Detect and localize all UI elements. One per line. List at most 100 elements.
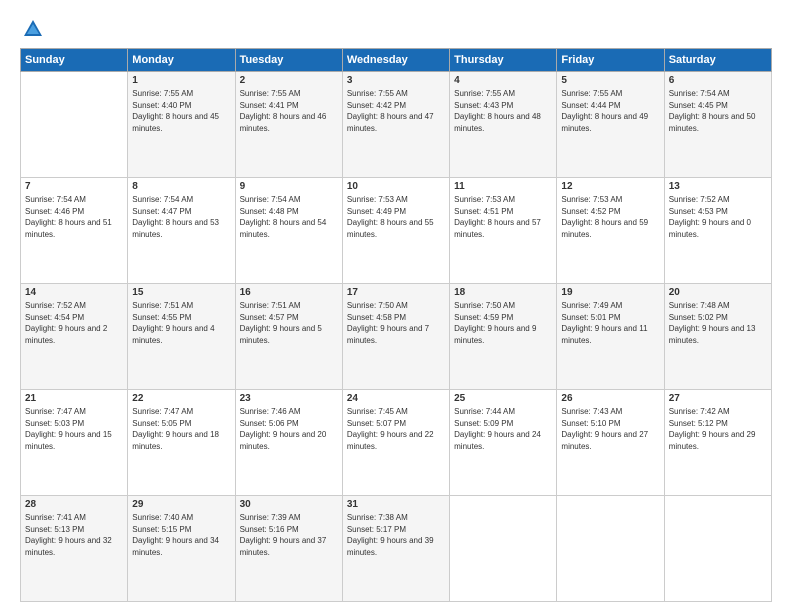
day-info: Sunrise: 7:53 AMSunset: 4:49 PMDaylight:… bbox=[347, 194, 445, 240]
calendar-cell: 2Sunrise: 7:55 AMSunset: 4:41 PMDaylight… bbox=[235, 72, 342, 178]
day-info: Sunrise: 7:55 AMSunset: 4:44 PMDaylight:… bbox=[561, 88, 659, 134]
day-info: Sunrise: 7:45 AMSunset: 5:07 PMDaylight:… bbox=[347, 406, 445, 452]
day-number: 15 bbox=[132, 287, 230, 298]
weekday-header-thursday: Thursday bbox=[450, 49, 557, 72]
day-info: Sunrise: 7:54 AMSunset: 4:48 PMDaylight:… bbox=[240, 194, 338, 240]
calendar-cell: 31Sunrise: 7:38 AMSunset: 5:17 PMDayligh… bbox=[342, 496, 449, 602]
day-number: 4 bbox=[454, 75, 552, 86]
calendar-table: SundayMondayTuesdayWednesdayThursdayFrid… bbox=[20, 48, 772, 602]
calendar-cell: 11 Sunrise: 7:53 AMSunset: 4:51 PMDayligh… bbox=[450, 178, 557, 284]
day-number: 11 bbox=[454, 181, 552, 192]
calendar-cell: 22 Sunrise: 7:47 AMSunset: 5:05 PMDayligh… bbox=[128, 390, 235, 496]
day-number: 24 bbox=[347, 393, 445, 404]
calendar-cell bbox=[450, 496, 557, 602]
day-info: Sunrise: 7:53 AMSunset: 4:51 PMDaylight:… bbox=[454, 194, 552, 240]
day-info: Sunrise: 7:49 AMSunset: 5:01 PMDaylight:… bbox=[561, 300, 659, 346]
day-info: Sunrise: 7:46 AMSunset: 5:06 PMDaylight:… bbox=[240, 406, 338, 452]
day-info: Sunrise: 7:48 AMSunset: 5:02 PMDaylight:… bbox=[669, 300, 767, 346]
weekday-header-saturday: Saturday bbox=[664, 49, 771, 72]
day-number: 27 bbox=[669, 393, 767, 404]
calendar-cell: 25 Sunrise: 7:44 AMSunset: 5:09 PMDayligh… bbox=[450, 390, 557, 496]
calendar-week-row: 14Sunrise: 7:52 AMSunset: 4:54 PMDayligh… bbox=[21, 284, 772, 390]
header bbox=[20, 18, 772, 40]
day-info: Sunrise: 7:41 AMSunset: 5:13 PMDaylight:… bbox=[25, 512, 123, 558]
calendar-cell: 19 Sunrise: 7:49 AMSunset: 5:01 PMDayligh… bbox=[557, 284, 664, 390]
day-number: 2 bbox=[240, 75, 338, 86]
calendar-cell: 15 Sunrise: 7:51 AMSunset: 4:55 PMDayligh… bbox=[128, 284, 235, 390]
calendar-cell bbox=[664, 496, 771, 602]
logo bbox=[20, 18, 44, 40]
day-info: Sunrise: 7:47 AMSunset: 5:05 PMDaylight:… bbox=[132, 406, 230, 452]
day-info: Sunrise: 7:54 AMSunset: 4:45 PMDaylight:… bbox=[669, 88, 767, 134]
day-info: Sunrise: 7:52 AMSunset: 4:53 PMDaylight:… bbox=[669, 194, 767, 240]
day-number: 13 bbox=[669, 181, 767, 192]
calendar-cell: 26Sunrise: 7:43 AMSunset: 5:10 PMDayligh… bbox=[557, 390, 664, 496]
day-number: 9 bbox=[240, 181, 338, 192]
calendar-cell: 7 Sunrise: 7:54 AMSunset: 4:46 PMDaylight… bbox=[21, 178, 128, 284]
calendar-cell: 3 Sunrise: 7:55 AMSunset: 4:42 PMDaylight… bbox=[342, 72, 449, 178]
weekday-header-row: SundayMondayTuesdayWednesdayThursdayFrid… bbox=[21, 49, 772, 72]
day-number: 12 bbox=[561, 181, 659, 192]
calendar-cell: 27 Sunrise: 7:42 AMSunset: 5:12 PMDayligh… bbox=[664, 390, 771, 496]
day-info: Sunrise: 7:44 AMSunset: 5:09 PMDaylight:… bbox=[454, 406, 552, 452]
weekday-header-sunday: Sunday bbox=[21, 49, 128, 72]
day-number: 21 bbox=[25, 393, 123, 404]
calendar-cell bbox=[21, 72, 128, 178]
day-number: 10 bbox=[347, 181, 445, 192]
day-info: Sunrise: 7:51 AMSunset: 4:57 PMDaylight:… bbox=[240, 300, 338, 346]
calendar-cell: 30Sunrise: 7:39 AMSunset: 5:16 PMDayligh… bbox=[235, 496, 342, 602]
day-number: 5 bbox=[561, 75, 659, 86]
day-info: Sunrise: 7:43 AMSunset: 5:10 PMDaylight:… bbox=[561, 406, 659, 452]
calendar-week-row: 28 Sunrise: 7:41 AMSunset: 5:13 PMDayligh… bbox=[21, 496, 772, 602]
day-info: Sunrise: 7:55 AMSunset: 4:40 PMDaylight:… bbox=[132, 88, 230, 134]
calendar-cell: 28 Sunrise: 7:41 AMSunset: 5:13 PMDayligh… bbox=[21, 496, 128, 602]
calendar-cell: 9 Sunrise: 7:54 AMSunset: 4:48 PMDaylight… bbox=[235, 178, 342, 284]
weekday-header-tuesday: Tuesday bbox=[235, 49, 342, 72]
day-info: Sunrise: 7:50 AMSunset: 4:59 PMDaylight:… bbox=[454, 300, 552, 346]
day-info: Sunrise: 7:42 AMSunset: 5:12 PMDaylight:… bbox=[669, 406, 767, 452]
day-number: 28 bbox=[25, 499, 123, 510]
calendar-cell: 6 Sunrise: 7:54 AMSunset: 4:45 PMDaylight… bbox=[664, 72, 771, 178]
day-info: Sunrise: 7:39 AMSunset: 5:16 PMDaylight:… bbox=[240, 512, 338, 558]
weekday-header-friday: Friday bbox=[557, 49, 664, 72]
calendar-week-row: 21 Sunrise: 7:47 AMSunset: 5:03 PMDayligh… bbox=[21, 390, 772, 496]
page: SundayMondayTuesdayWednesdayThursdayFrid… bbox=[0, 0, 792, 612]
calendar-cell: 12 Sunrise: 7:53 AMSunset: 4:52 PMDayligh… bbox=[557, 178, 664, 284]
calendar-cell: 29Sunrise: 7:40 AMSunset: 5:15 PMDayligh… bbox=[128, 496, 235, 602]
calendar-cell: 8Sunrise: 7:54 AMSunset: 4:47 PMDaylight… bbox=[128, 178, 235, 284]
calendar-cell: 13 Sunrise: 7:52 AMSunset: 4:53 PMDayligh… bbox=[664, 178, 771, 284]
calendar-cell: 4Sunrise: 7:55 AMSunset: 4:43 PMDaylight… bbox=[450, 72, 557, 178]
calendar-cell: 5 Sunrise: 7:55 AMSunset: 4:44 PMDaylight… bbox=[557, 72, 664, 178]
calendar-cell: 10 Sunrise: 7:53 AMSunset: 4:49 PMDayligh… bbox=[342, 178, 449, 284]
day-number: 20 bbox=[669, 287, 767, 298]
day-info: Sunrise: 7:54 AMSunset: 4:47 PMDaylight:… bbox=[132, 194, 230, 240]
day-number: 18 bbox=[454, 287, 552, 298]
weekday-header-monday: Monday bbox=[128, 49, 235, 72]
day-number: 31 bbox=[347, 499, 445, 510]
day-number: 25 bbox=[454, 393, 552, 404]
calendar-cell: 21 Sunrise: 7:47 AMSunset: 5:03 PMDayligh… bbox=[21, 390, 128, 496]
day-number: 17 bbox=[347, 287, 445, 298]
day-info: Sunrise: 7:47 AMSunset: 5:03 PMDaylight:… bbox=[25, 406, 123, 452]
day-number: 7 bbox=[25, 181, 123, 192]
calendar-cell: 1 Sunrise: 7:55 AMSunset: 4:40 PMDaylight… bbox=[128, 72, 235, 178]
day-info: Sunrise: 7:55 AMSunset: 4:42 PMDaylight:… bbox=[347, 88, 445, 134]
calendar-cell: 24 Sunrise: 7:45 AMSunset: 5:07 PMDayligh… bbox=[342, 390, 449, 496]
calendar-week-row: 7 Sunrise: 7:54 AMSunset: 4:46 PMDaylight… bbox=[21, 178, 772, 284]
day-info: Sunrise: 7:40 AMSunset: 5:15 PMDaylight:… bbox=[132, 512, 230, 558]
day-info: Sunrise: 7:54 AMSunset: 4:46 PMDaylight:… bbox=[25, 194, 123, 240]
day-info: Sunrise: 7:50 AMSunset: 4:58 PMDaylight:… bbox=[347, 300, 445, 346]
day-number: 23 bbox=[240, 393, 338, 404]
day-number: 6 bbox=[669, 75, 767, 86]
calendar-cell bbox=[557, 496, 664, 602]
day-number: 1 bbox=[132, 75, 230, 86]
day-number: 22 bbox=[132, 393, 230, 404]
day-info: Sunrise: 7:53 AMSunset: 4:52 PMDaylight:… bbox=[561, 194, 659, 240]
day-number: 3 bbox=[347, 75, 445, 86]
logo-icon bbox=[22, 18, 44, 40]
day-info: Sunrise: 7:52 AMSunset: 4:54 PMDaylight:… bbox=[25, 300, 123, 346]
calendar-cell: 14Sunrise: 7:52 AMSunset: 4:54 PMDayligh… bbox=[21, 284, 128, 390]
calendar-week-row: 1 Sunrise: 7:55 AMSunset: 4:40 PMDaylight… bbox=[21, 72, 772, 178]
day-number: 19 bbox=[561, 287, 659, 298]
day-info: Sunrise: 7:51 AMSunset: 4:55 PMDaylight:… bbox=[132, 300, 230, 346]
